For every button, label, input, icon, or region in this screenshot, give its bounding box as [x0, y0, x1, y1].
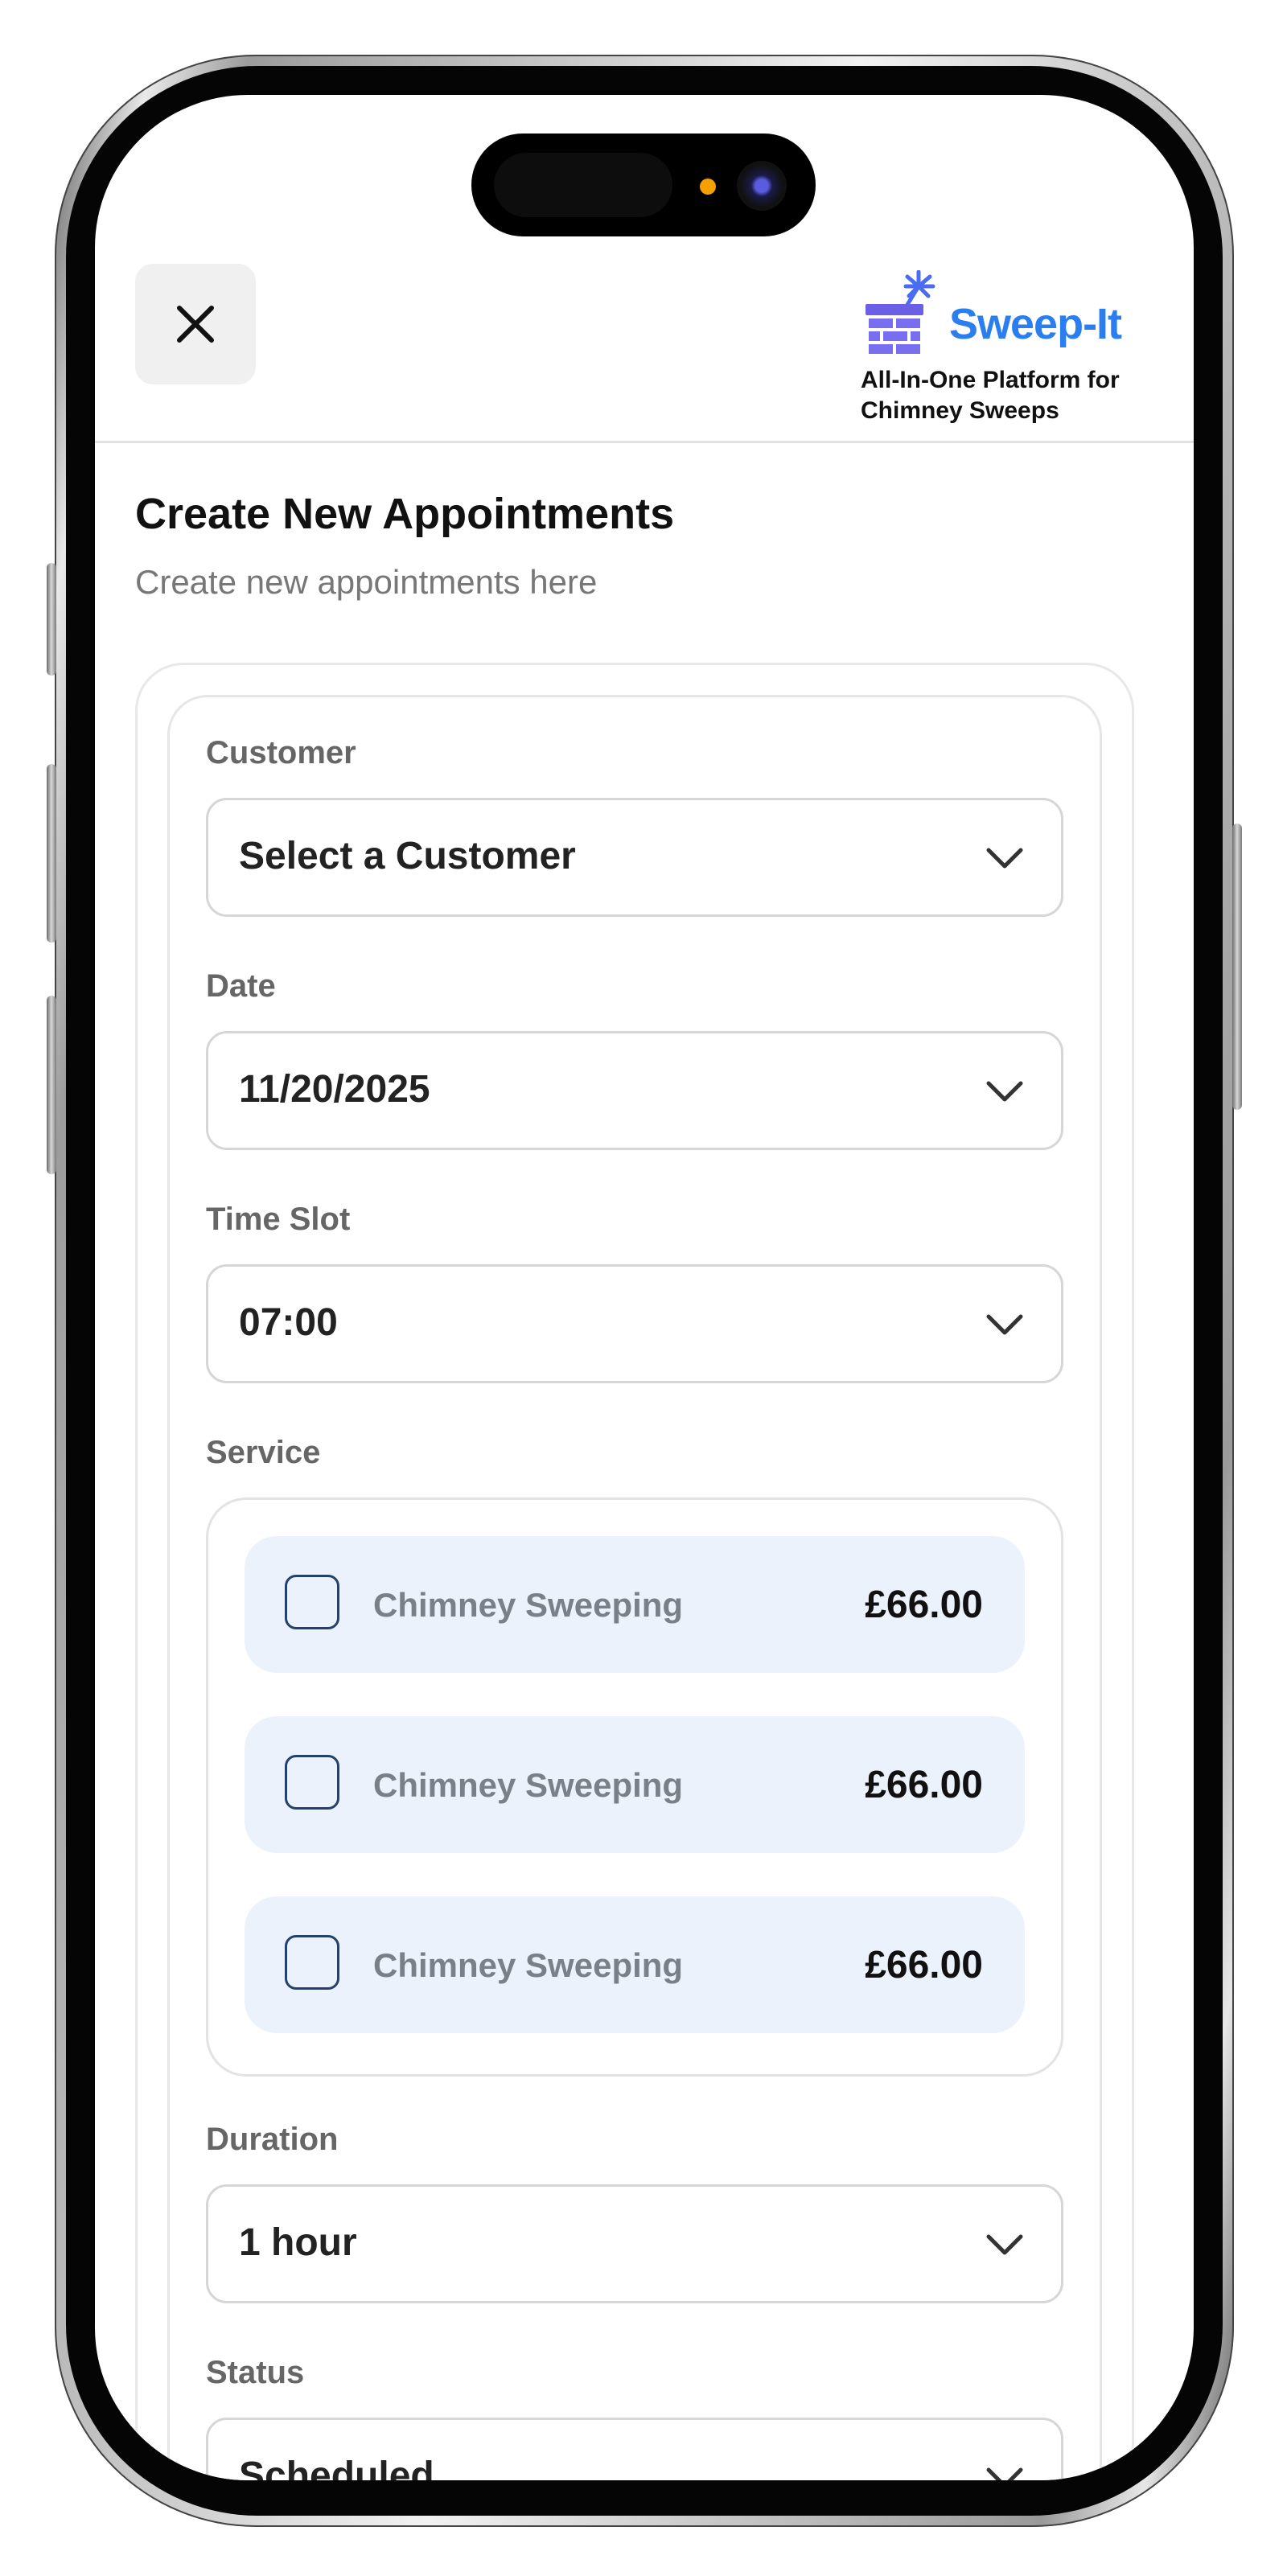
service-name: Chimney Sweeping	[373, 1766, 684, 1804]
header-divider	[95, 441, 1194, 443]
app-screen: Sweep-It All-In-One Platform for Chimney…	[95, 95, 1194, 2480]
time-slot-label: Time Slot	[206, 1202, 351, 1237]
brand-name: Sweep-It	[949, 300, 1122, 348]
service-label: Service	[206, 1435, 321, 1470]
service-checkbox[interactable]	[285, 1755, 339, 1810]
privacy-indicator-icon	[700, 179, 716, 195]
brand-tagline-line1: All-In-One Platform for	[861, 367, 1120, 393]
customer-select[interactable]: Select a Customer	[206, 798, 1063, 917]
service-price: £66.00	[865, 1764, 983, 1806]
service-name: Chimney Sweeping	[373, 1946, 684, 1984]
time-slot-select[interactable]: 07:00	[206, 1264, 1063, 1383]
volume-up-button	[47, 764, 56, 943]
front-camera-icon	[737, 161, 787, 211]
chevron-down-icon	[986, 2467, 1023, 2480]
action-button	[47, 563, 56, 676]
duration-select[interactable]: 1 hour	[206, 2184, 1063, 2303]
service-checkbox[interactable]	[285, 1575, 339, 1629]
brand-tagline: All-In-One Platform for Chimney Sweeps	[861, 365, 1150, 426]
status-select[interactable]: Scheduled	[206, 2418, 1063, 2480]
power-button	[1232, 824, 1242, 1110]
service-item[interactable]: Chimney Sweeping £66.00	[245, 1896, 1025, 2033]
date-select[interactable]: 11/20/2025	[206, 1031, 1063, 1150]
duration-label: Duration	[206, 2122, 339, 2157]
brand-tagline-line2: Chimney Sweeps	[861, 397, 1059, 424]
chevron-down-icon	[986, 1314, 1023, 1335]
island-sensor	[494, 153, 672, 217]
chevron-down-icon	[986, 848, 1023, 869]
customer-label: Customer	[206, 735, 356, 770]
service-name: Chimney Sweeping	[373, 1586, 684, 1624]
status-label: Status	[206, 2355, 305, 2390]
date-select-value: 11/20/2025	[239, 1068, 430, 1111]
dynamic-island	[471, 134, 816, 236]
service-price: £66.00	[865, 1944, 983, 1986]
status-select-value: Scheduled	[239, 2455, 434, 2480]
service-item[interactable]: Chimney Sweeping £66.00	[245, 1716, 1025, 1853]
volume-down-button	[47, 996, 56, 1174]
page-title: Create New Appointments	[135, 490, 675, 538]
date-label: Date	[206, 968, 276, 1004]
chevron-down-icon	[986, 1081, 1023, 1102]
service-item[interactable]: Chimney Sweeping £66.00	[245, 1536, 1025, 1673]
brand-logo: Sweep-It All-In-One Platform for Chimney…	[861, 270, 1150, 431]
brick-chimney-with-brush-icon	[866, 270, 935, 354]
chevron-down-icon	[986, 2234, 1023, 2255]
close-button[interactable]	[135, 264, 256, 384]
service-checkbox[interactable]	[285, 1935, 339, 1990]
customer-select-value: Select a Customer	[239, 835, 576, 877]
page-subtitle: Create new appointments here	[135, 563, 598, 601]
close-icon	[177, 306, 214, 343]
duration-select-value: 1 hour	[239, 2221, 357, 2264]
time-slot-select-value: 07:00	[239, 1301, 338, 1344]
service-price: £66.00	[865, 1584, 983, 1626]
